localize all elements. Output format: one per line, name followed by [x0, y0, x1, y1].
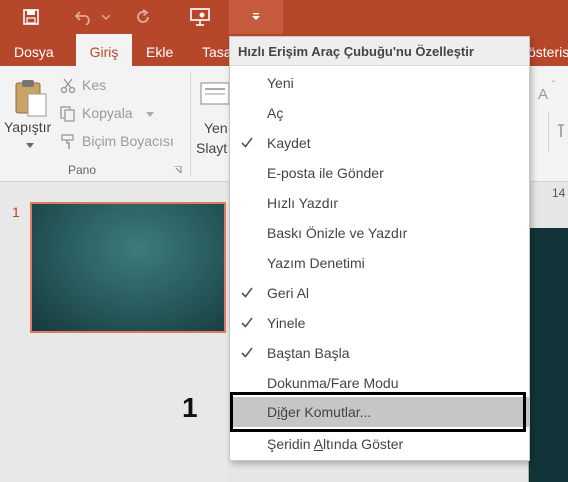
menu-item-label: E-posta ile Gönder — [267, 165, 384, 181]
superscript-icon: ˇ — [552, 80, 556, 91]
undo-arrow-icon — [75, 11, 90, 25]
redo-icon — [137, 9, 149, 23]
paste-label: Yapıştır — [4, 119, 52, 135]
show-below-ribbon-item[interactable]: Şeridin Altında Göster — [230, 429, 529, 459]
dialog-launcher-icon[interactable] — [174, 166, 182, 174]
menu-item[interactable]: Yazım Denetimi — [230, 248, 529, 278]
title-bar — [0, 0, 568, 34]
menu-item-label: Geri Al — [267, 285, 310, 301]
menu-item-label: Yeni — [267, 75, 294, 91]
menu-item[interactable]: E-posta ile Gönder — [230, 158, 529, 188]
menu-item[interactable]: Yinele — [230, 308, 529, 338]
new-slide-button[interactable]: Yen Slayt — [196, 74, 230, 158]
font-size-a-icon[interactable]: A — [538, 86, 548, 103]
copy-icon — [60, 106, 75, 122]
menu-item[interactable]: Aç — [230, 98, 529, 128]
checkmark-icon — [241, 287, 253, 298]
menu-item-label: Hızlı Yazdır — [267, 195, 339, 211]
ruler-number: 14 — [552, 186, 566, 200]
copy-button[interactable]: Kopyala — [60, 104, 170, 124]
menu-item[interactable]: Yeni — [230, 68, 529, 98]
new-slide-label-2: Slayt — [196, 140, 228, 156]
format-painter-label: Biçim Boyacısı — [82, 133, 174, 149]
redo-button[interactable] — [130, 4, 156, 30]
customize-qat-button[interactable] — [229, 0, 283, 34]
scissors-icon — [60, 78, 76, 94]
menu-item-label: Baştan Başla — [267, 345, 350, 361]
menu-item-label: Yinele — [267, 315, 306, 331]
menu-item[interactable]: Baskı Önizle ve Yazdır — [230, 218, 529, 248]
tab-home[interactable]: Giriş — [76, 34, 132, 66]
chevron-down-icon[interactable] — [26, 143, 34, 149]
annotation-number: 1 — [182, 392, 198, 423]
chevron-down-icon — [102, 14, 110, 20]
checkmark-icon — [241, 347, 253, 358]
clipboard-icon — [15, 80, 47, 117]
save-button[interactable] — [18, 4, 44, 30]
text-shadow-icon[interactable] — [556, 124, 566, 138]
tab-insert[interactable]: Ekle — [140, 34, 179, 66]
paste-button[interactable] — [8, 74, 54, 154]
menu-item-label: Yazım Denetimi — [267, 255, 365, 271]
undo-dropdown[interactable] — [98, 4, 114, 30]
menu-item[interactable]: Kaydet — [230, 128, 529, 158]
new-slide-label-1: Yen — [204, 120, 228, 136]
undo-button[interactable] — [70, 4, 98, 30]
main-slide[interactable] — [528, 228, 568, 482]
group-divider — [190, 72, 191, 176]
cut-button[interactable]: Kes — [60, 76, 170, 96]
show-below-ribbon-label: Şeridin Altında Göster — [267, 436, 404, 452]
menu-item-label: Baskı Önizle ve Yazdır — [267, 225, 408, 241]
chevron-down-icon — [252, 13, 260, 20]
chevron-down-icon — [146, 112, 154, 117]
menu-item-label: Kaydet — [267, 135, 311, 151]
highlight-frame — [230, 392, 526, 432]
new-slide-icon — [200, 82, 230, 105]
menu-title: Hızlı Erişim Araç Çubuğu'nu Özelleştir — [230, 37, 529, 66]
paintbrush-icon — [61, 134, 74, 149]
start-from-beginning-button[interactable] — [186, 4, 214, 30]
copy-label: Kopyala — [82, 105, 133, 121]
menu-item[interactable]: Geri Al — [230, 278, 529, 308]
clipboard-group-label: Pano — [68, 163, 97, 177]
menu-item[interactable]: Baştan Başla — [230, 338, 529, 368]
slide-thumbnail[interactable] — [30, 202, 226, 333]
checkmark-icon — [241, 317, 253, 328]
menu-item-label: Aç — [267, 105, 284, 121]
menu-item[interactable]: Hızlı Yazdır — [230, 188, 529, 218]
group-divider — [548, 112, 549, 152]
tab-file[interactable]: Dosya — [8, 34, 60, 66]
present-from-beginning-icon — [190, 8, 210, 26]
cut-label: Kes — [82, 77, 107, 93]
format-painter-button[interactable]: Biçim Boyacısı — [60, 132, 182, 152]
slide-number: 1 — [12, 204, 20, 220]
floppy-disk-icon — [23, 9, 39, 25]
checkmark-icon — [241, 137, 253, 148]
